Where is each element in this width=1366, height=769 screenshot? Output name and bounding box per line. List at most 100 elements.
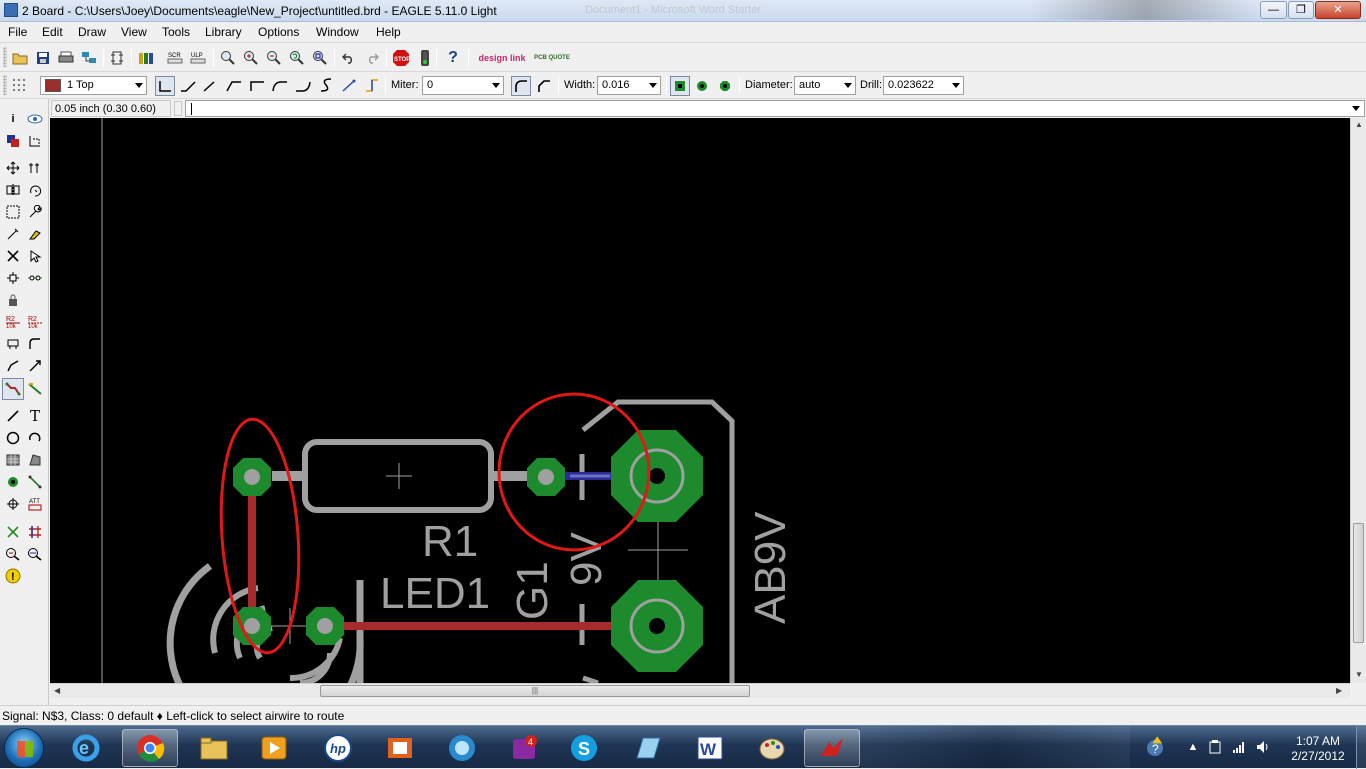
group-icon[interactable]	[3, 202, 23, 222]
board-canvas[interactable]: R1 LED1 G1 9V AB9V	[50, 118, 1350, 683]
horizontal-scroll-thumb[interactable]: |||	[320, 685, 750, 697]
menu-library[interactable]: Library	[203, 25, 244, 39]
board-drawing[interactable]: R1 LED1 G1 9V AB9V	[50, 118, 1350, 683]
pad-r1-2[interactable]	[527, 458, 565, 496]
ripup-icon[interactable]	[25, 356, 45, 376]
media-icon[interactable]	[246, 729, 302, 767]
start-button[interactable]	[4, 728, 44, 768]
print-icon[interactable]	[57, 49, 75, 67]
pad-battery-plus[interactable]	[611, 430, 703, 522]
menu-help[interactable]: Help	[374, 25, 403, 39]
info-icon[interactable]: i	[3, 109, 23, 129]
signal-icon[interactable]	[25, 472, 45, 492]
open-icon[interactable]	[11, 49, 29, 67]
horizontal-scrollbar[interactable]: ◀ ||| ▶	[50, 683, 1350, 698]
zoom-out-icon[interactable]	[265, 49, 283, 67]
wire-bend-ripup-icon[interactable]	[363, 76, 381, 94]
grid-icon[interactable]	[10, 76, 28, 94]
cam-processor-icon[interactable]	[80, 49, 98, 67]
display-icon[interactable]	[3, 131, 23, 151]
show-hidden-icons-icon[interactable]: ▲	[1186, 740, 1200, 754]
maximize-button[interactable]: ❐	[1288, 1, 1314, 19]
paint-icon[interactable]	[744, 729, 800, 767]
go-icon[interactable]	[416, 49, 434, 67]
eagle-icon[interactable]	[804, 729, 860, 767]
drc-icon[interactable]	[25, 544, 45, 564]
value-icon[interactable]	[3, 290, 23, 310]
chrome-icon[interactable]	[122, 729, 178, 767]
smash-icon[interactable]: R2 10k	[3, 312, 23, 332]
clock[interactable]: 1:07 AM 2/27/2012	[1288, 734, 1348, 764]
pad-r1-1[interactable]	[233, 458, 271, 496]
change-icon[interactable]	[25, 202, 45, 222]
paste-icon[interactable]	[3, 224, 23, 244]
move-icon[interactable]	[3, 158, 23, 178]
scroll-up-arrow-icon[interactable]: ▲	[1355, 120, 1363, 129]
wire-bend-2-icon[interactable]	[202, 77, 220, 95]
rect-icon[interactable]	[3, 450, 23, 470]
circle-icon[interactable]	[3, 428, 23, 448]
wire-bend-7-icon[interactable]	[317, 76, 335, 94]
wire-bend-5-icon[interactable]	[271, 77, 289, 95]
network-icon[interactable]	[1232, 740, 1246, 754]
undo-icon[interactable]	[340, 49, 358, 67]
mark-icon[interactable]	[25, 131, 45, 151]
route-active-icon[interactable]	[2, 378, 24, 400]
zoom-select-icon[interactable]	[311, 49, 329, 67]
skype-icon[interactable]: S	[556, 729, 612, 767]
copy-icon[interactable]	[25, 158, 45, 178]
diameter-select[interactable]: auto	[794, 76, 856, 95]
design-link-icon[interactable]: design link	[476, 48, 528, 68]
pad-battery-minus[interactable]	[611, 580, 703, 672]
zoom-in-icon[interactable]	[242, 49, 260, 67]
wire-bend-6-icon[interactable]	[294, 77, 312, 95]
text-icon[interactable]: T	[25, 406, 45, 426]
miter-icon[interactable]: R2 10k	[25, 312, 45, 332]
auto-icon[interactable]	[25, 522, 45, 542]
pad-led-1[interactable]	[233, 607, 271, 645]
polygon-icon[interactable]	[25, 450, 45, 470]
errors-icon[interactable]: !	[3, 566, 23, 586]
redo-icon[interactable]	[363, 49, 381, 67]
optimize-icon[interactable]	[25, 334, 45, 354]
menu-edit[interactable]: Edit	[40, 25, 65, 39]
replace-icon[interactable]	[25, 246, 45, 266]
route-icon[interactable]	[3, 356, 23, 376]
app-badge-icon[interactable]: 4	[496, 729, 552, 767]
zoom-redraw-icon[interactable]	[288, 49, 306, 67]
show-desktop-button[interactable]	[1356, 726, 1366, 769]
script-icon[interactable]: SCR	[166, 49, 184, 67]
drill-select[interactable]: 0.023622	[883, 76, 964, 95]
hp-icon[interactable]: hp	[310, 729, 366, 767]
erc-icon[interactable]	[3, 544, 23, 564]
miter-round-icon[interactable]	[511, 76, 531, 96]
autorouter-icon[interactable]	[25, 379, 45, 399]
rotate-icon[interactable]	[25, 180, 45, 200]
office-icon[interactable]	[372, 729, 428, 767]
wire-bend-8-icon[interactable]	[340, 77, 358, 95]
arc-icon[interactable]	[25, 428, 45, 448]
ulp-icon[interactable]: ULP	[189, 49, 207, 67]
via-icon[interactable]	[3, 472, 23, 492]
power-icon[interactable]	[1208, 740, 1222, 754]
chevron-down-icon[interactable]	[1352, 106, 1360, 111]
add-icon[interactable]	[3, 246, 23, 266]
explorer-icon[interactable]	[186, 729, 242, 767]
stop-icon[interactable]: STOP	[392, 49, 410, 67]
wire-icon[interactable]	[3, 406, 23, 426]
mountain-lion-icon[interactable]	[434, 729, 490, 767]
toolbar-grip[interactable]	[3, 75, 7, 95]
delete-icon[interactable]	[25, 224, 45, 244]
menu-tools[interactable]: Tools	[160, 25, 192, 39]
split-icon[interactable]	[3, 334, 23, 354]
wire-bend-0-icon[interactable]	[155, 76, 175, 96]
wire-bend-4-icon[interactable]	[248, 77, 266, 95]
vertical-scrollbar[interactable]: ▲ ▼	[1350, 118, 1366, 683]
menu-draw[interactable]: Draw	[76, 25, 108, 39]
minimize-button[interactable]: —	[1260, 1, 1287, 19]
via-octagon-icon[interactable]	[716, 77, 734, 95]
scroll-down-arrow-icon[interactable]: ▼	[1355, 670, 1363, 679]
show-icon[interactable]	[25, 109, 45, 129]
command-line-input[interactable]	[185, 100, 1365, 117]
miter-straight-icon[interactable]	[535, 77, 553, 95]
